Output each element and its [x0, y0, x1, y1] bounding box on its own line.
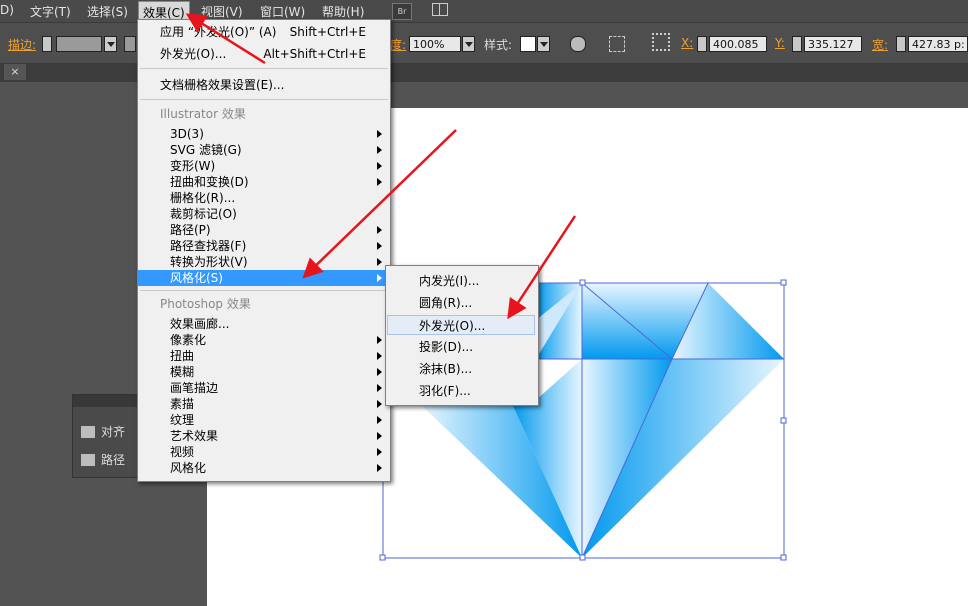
menu-separator — [140, 68, 388, 69]
photoshop-effect-item[interactable]: 风格化 — [138, 460, 390, 476]
menu-separator — [140, 99, 388, 100]
illustrator-effect-item[interactable]: 风格化(S) — [138, 270, 390, 286]
illustrator-effect-item[interactable]: 裁剪标记(O) — [138, 206, 390, 222]
inner-glow-item[interactable]: 内发光(I)... — [387, 271, 535, 291]
submenu-arrow-icon — [377, 432, 382, 440]
raster-effects-settings-item[interactable]: 文档栅格效果设置(E)... — [138, 77, 390, 93]
photoshop-effect-item[interactable]: 艺术效果 — [138, 428, 390, 444]
pathfinder-label: 路径 — [101, 453, 126, 467]
drop-shadow-item[interactable]: 投影(D)... — [387, 337, 535, 357]
panel-header[interactable] — [73, 395, 143, 407]
illustrator-effect-item[interactable]: 扭曲和变换(D) — [138, 174, 390, 190]
align-icon — [81, 425, 95, 438]
effect-menu: 应用 “外发光(O)” (A) Shift+Ctrl+E 外发光(O)... A… — [137, 19, 391, 482]
illustrator-effect-item[interactable]: 3D(3) — [138, 126, 390, 142]
submenu-arrow-icon — [377, 162, 382, 170]
illustrator-effect-item[interactable]: 栅格化(R)... — [138, 190, 390, 206]
apply-last-effect-item[interactable]: 应用 “外发光(O)” (A) Shift+Ctrl+E — [138, 24, 390, 40]
illustrator-effect-item[interactable]: 路径(P) — [138, 222, 390, 238]
illustrator-effect-item[interactable]: 变形(W) — [138, 158, 390, 174]
submenu-arrow-icon — [377, 336, 382, 344]
photoshop-effect-item[interactable]: 像素化 — [138, 332, 390, 348]
submenu-arrow-icon — [377, 178, 382, 186]
illustrator-effect-item[interactable]: SVG 滤镜(G) — [138, 142, 390, 158]
illustrator-effects-header: Illustrator 效果 — [160, 107, 246, 121]
stylize-submenu: 内发光(I)... 圆角(R)... 外发光(O)... 投影(D)... 涂抹… — [385, 265, 539, 406]
photoshop-effect-item[interactable]: 效果画廊... — [138, 316, 390, 332]
submenu-arrow-icon — [377, 242, 382, 250]
illustrator-effect-item[interactable]: 转换为形状(V) — [138, 254, 390, 270]
submenu-arrow-icon — [377, 146, 382, 154]
photoshop-effect-item[interactable]: 素描 — [138, 396, 390, 412]
align-panel-item[interactable]: 对齐 — [81, 423, 125, 440]
pathfinder-icon — [81, 453, 95, 466]
menu-separator — [140, 290, 388, 291]
photoshop-effect-item[interactable]: 画笔描边 — [138, 380, 390, 396]
pathfinder-panel-item[interactable]: 路径 — [81, 451, 125, 468]
align-label: 对齐 — [101, 425, 126, 439]
photoshop-effect-item[interactable]: 扭曲 — [138, 348, 390, 364]
submenu-arrow-icon — [377, 464, 382, 472]
submenu-arrow-icon — [377, 448, 382, 456]
scribble-item[interactable]: 涂抹(B)... — [387, 359, 535, 379]
outer-glow-item[interactable]: 外发光(O)... — [387, 315, 535, 335]
submenu-arrow-icon — [377, 226, 382, 234]
submenu-arrow-icon — [377, 416, 382, 424]
submenu-arrow-icon — [377, 258, 382, 266]
photoshop-effect-item[interactable]: 视频 — [138, 444, 390, 460]
photoshop-effects-header: Photoshop 效果 — [160, 297, 251, 311]
photoshop-effect-item[interactable]: 纹理 — [138, 412, 390, 428]
submenu-arrow-icon — [377, 400, 382, 408]
round-corners-item[interactable]: 圆角(R)... — [387, 293, 535, 313]
submenu-arrow-icon — [377, 368, 382, 376]
feather-item[interactable]: 羽化(F)... — [387, 381, 535, 401]
illustrator-effect-item[interactable]: 路径查找器(F) — [138, 238, 390, 254]
submenu-arrow-icon — [377, 274, 382, 282]
align-pathfinder-panel: 对齐 路径 — [72, 394, 144, 478]
photoshop-effect-item[interactable]: 模糊 — [138, 364, 390, 380]
submenu-arrow-icon — [377, 352, 382, 360]
last-effect-item[interactable]: 外发光(O)... Alt+Shift+Ctrl+E — [138, 46, 390, 62]
submenu-arrow-icon — [377, 130, 382, 138]
submenu-arrow-icon — [377, 384, 382, 392]
